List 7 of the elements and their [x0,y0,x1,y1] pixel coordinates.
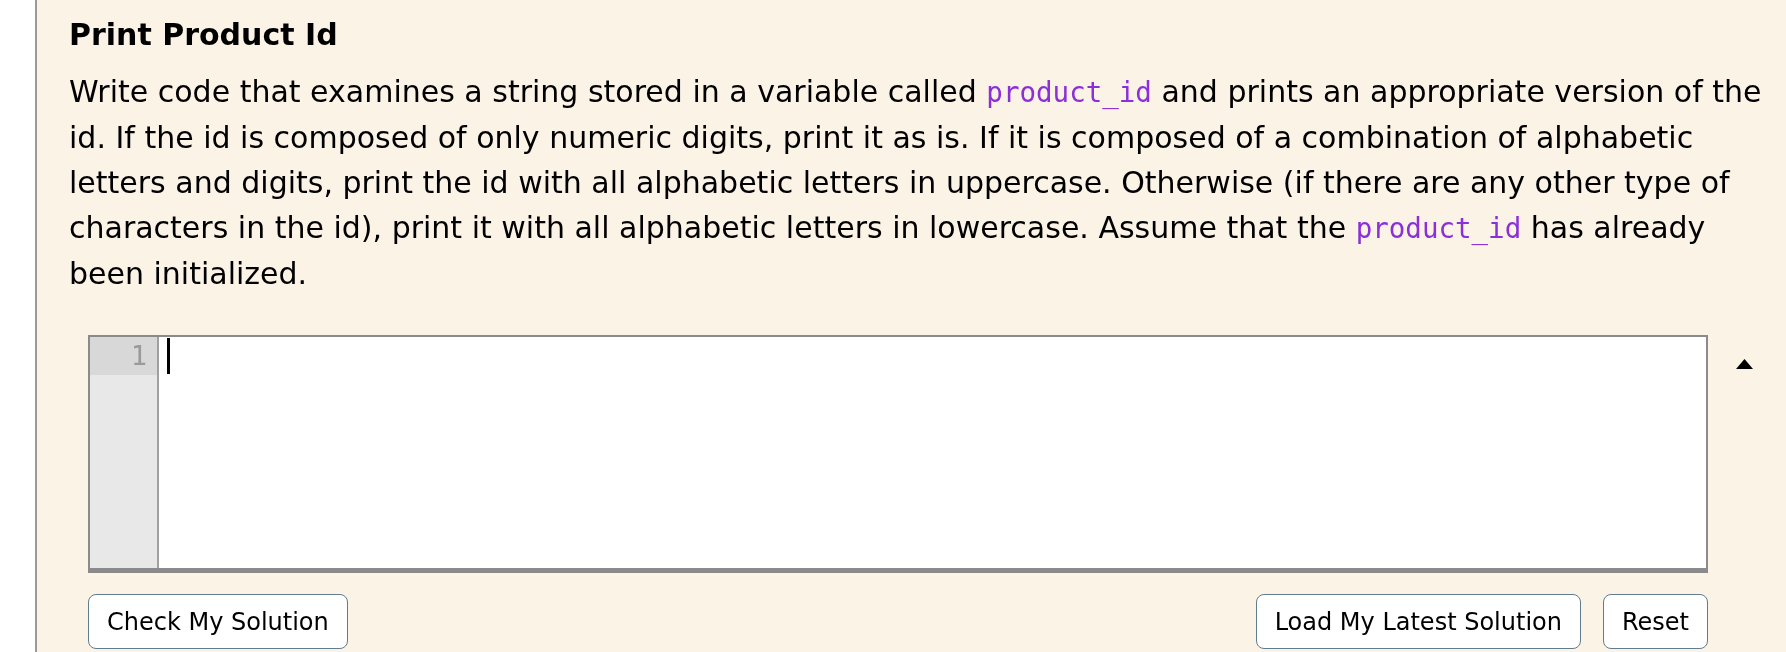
load-solution-button[interactable]: Load My Latest Solution [1255,594,1581,649]
reset-button[interactable]: Reset [1602,594,1708,649]
triangle-up-icon[interactable] [1736,359,1753,369]
check-solution-button[interactable]: Check My Solution [88,594,348,649]
line-number: 1 [90,337,157,375]
question-text: Write code that examines a string stored in a variable called product_id and prints an appropriate version of the id. If the id is composed of only numeric digits, print it as is. If it is composed of a combination of alphabetic letters and digits, print the id with all alphabetic letters in uppercase. Otherwise (if there are any other type of characters in the id), print it with all alphabetic letters in lowercase. Assume that the product_id has already been initialized. [69,73,1763,293]
question-title: Print Product Id [69,16,339,54]
